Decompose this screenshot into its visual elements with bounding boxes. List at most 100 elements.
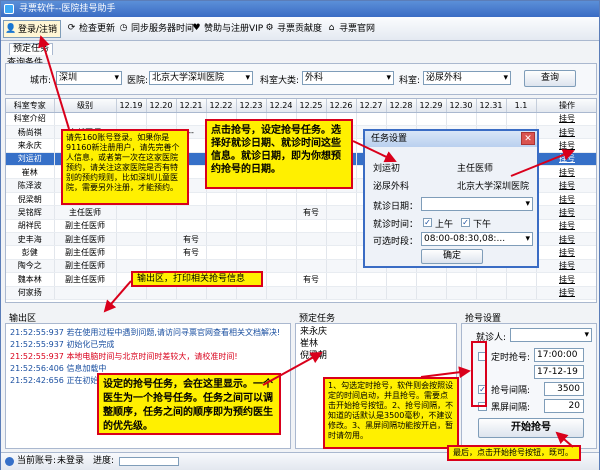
check-update-button[interactable]: ⟳ 检查更新 [65,20,115,38]
schedule-cell [146,245,177,260]
timed-time-input[interactable]: 17:00:00 [534,348,584,362]
pm-checkbox[interactable]: ✓ [461,218,470,227]
grab-button[interactable]: 挂号 [536,152,596,167]
grab-button[interactable]: 挂号 [536,245,596,260]
doctor-name-cell: 何家扬 [6,286,55,300]
schedule-cell[interactable]: 有号 [176,232,207,247]
schedule-cell [206,245,237,260]
schedule-cell [296,259,327,274]
start-grab-button[interactable]: 开始抢号 [478,418,584,438]
doctor-name-cell: 彭健 [6,245,55,260]
schedule-cell [296,245,327,260]
schedule-cell [356,112,387,126]
schedule-cell [116,232,147,247]
schedule-cell [476,286,507,300]
doctor-name-cell: 吴铭辉 [6,205,55,220]
tab-appointment[interactable]: 预定任务 [9,43,54,55]
task-item[interactable]: 倪梁朝 [300,350,452,362]
schedule-cell [506,286,537,300]
schedule-cell [476,112,507,126]
schedule-cell [146,112,177,126]
user-icon: 👤 [5,24,17,34]
schedule-cell [236,286,267,300]
schedule-cell [326,192,357,207]
grab-button[interactable]: 挂号 [536,286,596,300]
column-header: 级别 [54,99,117,113]
schedule-cell [266,232,297,247]
schedule-cell [146,219,177,234]
table-row[interactable]: 何家扬 挂号 [6,286,596,300]
schedule-cell [146,205,177,220]
grab-button[interactable]: 挂号 [536,259,596,274]
grab-button[interactable]: 挂号 [536,192,596,207]
contribution-button[interactable]: ⚙ 寻票贡献度 [263,20,322,38]
task-item[interactable]: 来永庆 [300,326,452,338]
timed-date-input[interactable]: 17-12-19 [534,365,584,379]
dialog-ok-button[interactable]: 确定 [421,249,483,264]
schedule-cell[interactable]: 有号 [176,245,207,260]
column-header: 12.21 [176,99,207,113]
grab-button[interactable]: 挂号 [536,125,596,140]
grab-button[interactable]: 挂号 [536,178,596,193]
schedule-cell [326,245,357,260]
schedule-cell [446,272,477,287]
login-button[interactable]: 👤 登录/注销 [3,20,61,38]
interval-input[interactable]: 3500 [544,382,584,396]
column-header: 12.28 [386,99,417,113]
sponsor-vip-button[interactable]: ♥ 赞助与注册VIP [190,20,263,38]
blackscreen-input[interactable]: 20 [544,399,584,413]
column-header: 12.23 [236,99,267,113]
official-site-button[interactable]: ⌂ 寻票官网 [325,20,375,38]
grab-button[interactable]: 挂号 [536,205,596,220]
dialog-level: 主任医师 [457,164,494,174]
slot-select[interactable]: 08:00-08:30,08:... [421,232,533,246]
grab-button[interactable]: 挂号 [536,232,596,247]
column-header: 12.25 [296,99,327,113]
schedule-cell [416,272,447,287]
query-panel: 城市: 深圳 医院: 北京大学深圳医院 科室大类: 外科 科室: 泌尿外科 查询 [5,63,597,95]
doctor-name-cell: 倪梁朝 [6,192,55,207]
schedule-cell [326,259,357,274]
table-row[interactable]: 魏本林副主任医师有号有号挂号 [6,272,596,287]
date-select[interactable] [421,197,533,211]
timed-grab-label: 定时抢号: [491,353,531,363]
sync-time-button[interactable]: ◷ 同步服务器时间 [117,20,194,38]
task-tip-callout: 设定的抢号任务，会在这里显示。一个医生为一个抢号任务。任务之间可以调整顺序，任务… [97,373,281,435]
schedule-cell[interactable]: 有号 [296,205,327,220]
schedule-cell [176,219,207,234]
doctor-level-cell: 副主任医师 [54,272,117,287]
home-icon: ⌂ [328,23,335,33]
schedule-cell [296,286,327,300]
close-icon[interactable]: ✕ [521,132,535,145]
schedule-cell[interactable]: 有号 [296,272,327,287]
grab-button[interactable]: 挂号 [536,138,596,153]
schedule-cell [476,272,507,287]
doctor-name-cell: 刘运初 [6,152,55,167]
grab-button[interactable]: 挂号 [536,165,596,180]
am-checkbox[interactable]: ✓ [423,218,432,227]
dept-select[interactable]: 泌尿外科 [423,71,511,85]
account-icon [5,457,14,466]
column-header: 12.22 [206,99,237,113]
doctor-level-cell: 副主任医师 [54,259,117,274]
doctor-level-cell: 主任医师 [54,205,117,220]
schedule-cell [266,259,297,274]
grab-button[interactable]: 挂号 [536,112,596,126]
clock-icon: ◷ [119,23,128,33]
schedule-cell [146,286,177,300]
grab-button[interactable]: 挂号 [536,272,596,287]
gear-icon: ⚙ [265,23,274,33]
dept-type-select[interactable]: 外科 [302,71,394,85]
schedule-cell [266,192,297,207]
hospital-select[interactable]: 北京大学深圳医院 [149,71,253,85]
patient-select[interactable] [510,328,592,342]
city-select[interactable]: 深圳 [56,71,122,85]
search-button[interactable]: 查询 [524,70,576,87]
dialog-doctor: 刘运初 [373,164,401,174]
table-header-row: 科室专家 级别 12.19 12.20 12.21 12.22 12.23 12.24 12.2… [6,99,596,113]
schedule-cell [386,272,417,287]
task-item[interactable]: 崔林 [300,338,452,350]
schedule-cell [386,286,417,300]
dialog-hospital: 北京大学深圳医院 [457,182,530,192]
grab-button[interactable]: 挂号 [536,219,596,234]
